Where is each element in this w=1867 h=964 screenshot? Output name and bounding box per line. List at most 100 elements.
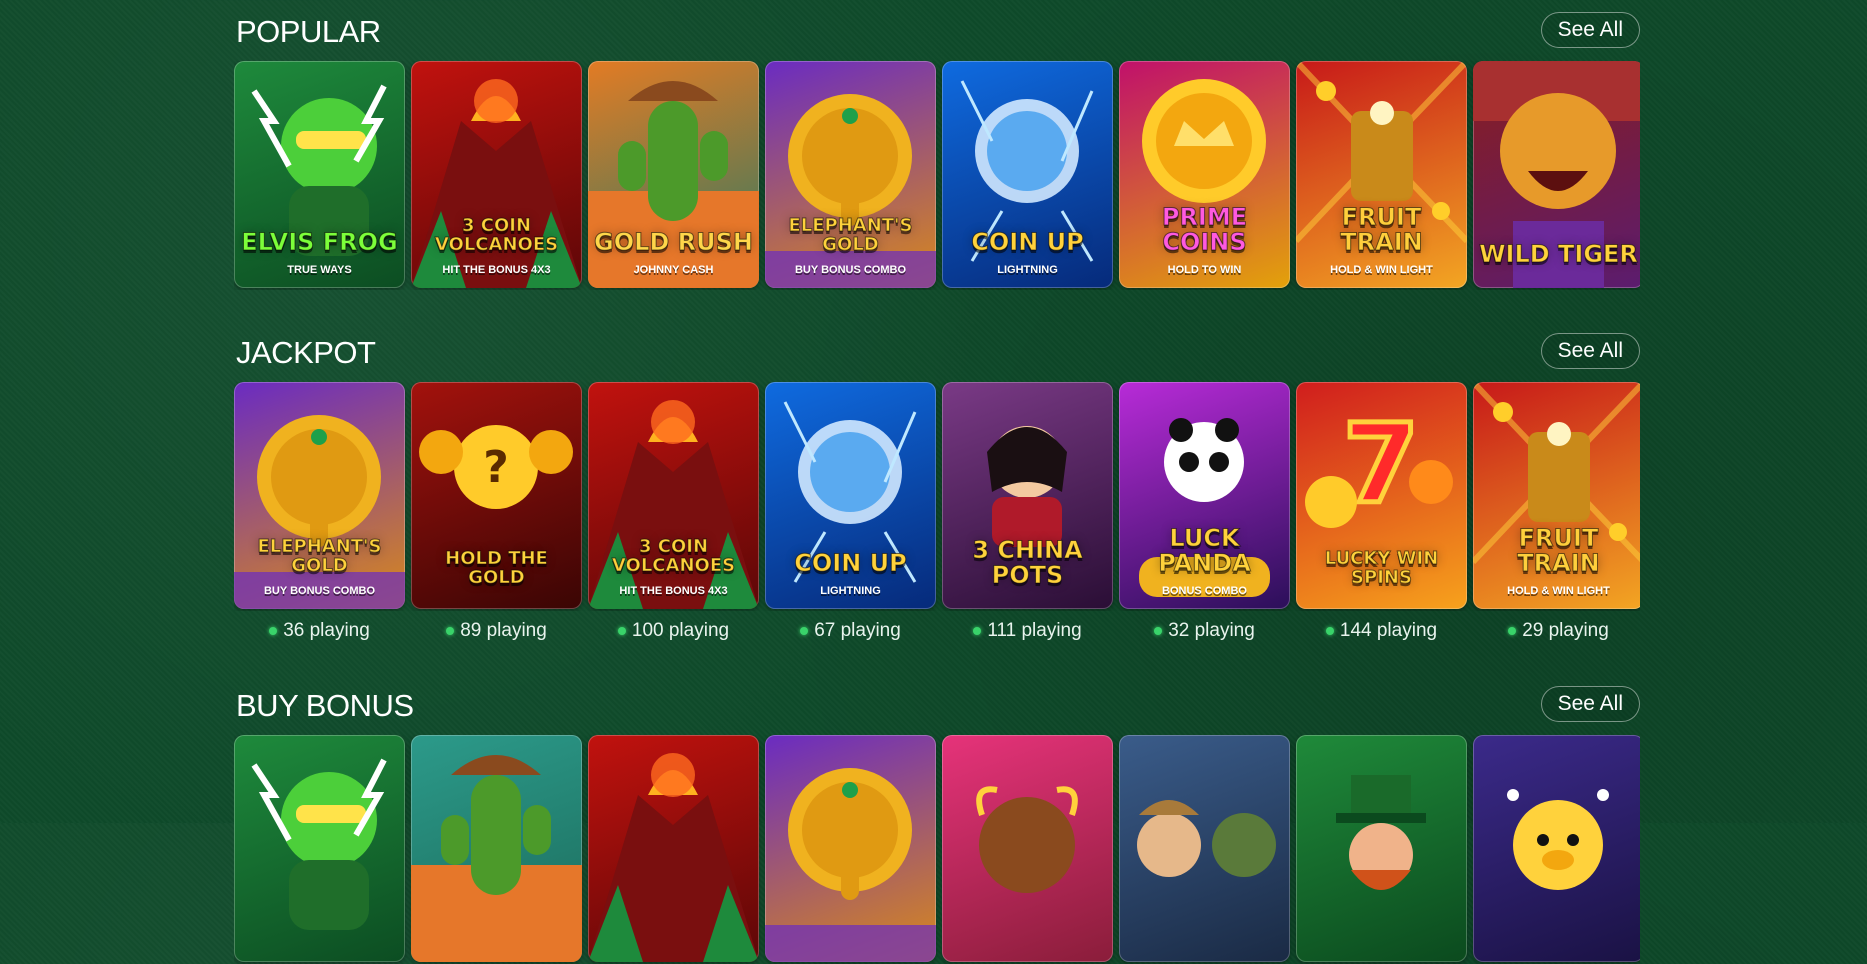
bison-icon [942,735,1113,962]
leprechaun-icon [1296,735,1467,962]
game-tile[interactable]: 3 COIN VOLCANOES HIT the BONUS 4x3 [411,61,582,288]
playing-count-text: 144 playing [1339,620,1438,641]
games-row [234,735,1640,964]
playing-count: 67 playing [765,620,936,642]
see-all-button[interactable]: See All [1540,333,1640,369]
playing-count-text: 67 playing [814,620,901,641]
game-subtitle: BONUS COMBO [1162,585,1247,597]
game-title: 3 COIN VOLCANOES [434,215,559,255]
game-tile[interactable]: PRIME COINS HOLD TO WIN [1119,61,1290,288]
games-row: ELEPHANT'S GOLD BUY BONUS COMBO? HOLD THE … [234,382,1640,611]
game-tile[interactable]: FRUIT TRAIN HOLD & WIN LIGHT [1296,61,1467,288]
game-title: ELEPHANT'S GOLD [788,215,913,255]
orc-icon [1119,735,1290,962]
section-jackpot: JACKPOT See All ELEPHANT'S GOLD BUY BONUS… [234,325,1640,651]
game-subtitle: LIGHTNING [820,585,881,597]
game-subtitle: BUY BONUS COMBO [794,264,907,276]
game-tile[interactable]: ELVIS FROG TRUE WAYS [234,61,405,288]
game-tile[interactable]: COIN UP LIGHTNING [942,61,1113,288]
game-title: LUCKY WIN SPINS [1324,548,1439,588]
see-all-button[interactable]: See All [1540,12,1640,48]
section-header: JACKPOT See All [234,325,1640,375]
game-tile[interactable]: 3 CHINA POTS [942,382,1113,609]
online-dot-icon [800,627,809,635]
game-tile[interactable] [234,735,405,962]
game-subtitle: JOHNNY CASH [633,264,714,276]
game-title: FRUIT TRAIN [1517,524,1600,577]
game-tile[interactable] [1296,735,1467,962]
game-tile[interactable] [411,735,582,962]
game-tile[interactable]: 3 COIN VOLCANOES HIT the BONUS 4x3 [588,382,759,609]
game-tile[interactable]: WILD TIGER [1473,61,1640,288]
playing-count-text: 36 playing [283,620,370,641]
game-subtitle: HIT the BONUS 4x3 [442,264,551,276]
online-dot-icon [1154,627,1163,635]
game-tile[interactable]: ELEPHANT'S GOLD BUY BONUS COMBO [765,61,936,288]
playing-count-text: 111 playing [987,620,1082,641]
online-dot-icon [1508,627,1517,635]
playing-count-text: 89 playing [460,620,547,641]
playing-count-text: 100 playing [631,620,730,641]
game-title: LUCK PANDA [1158,524,1252,577]
playing-count: 32 playing [1119,620,1290,642]
game-title: COIN UP [794,548,907,577]
game-title: PRIME COINS [1161,203,1248,256]
frog-icon [234,735,405,962]
game-tile[interactable] [942,735,1113,962]
online-dot-icon [973,627,982,635]
elephant-icon [765,735,936,962]
playing-count: 29 playing [1473,620,1644,642]
section-header: BUY BONUS See All [234,678,1640,728]
playing-count-text: 32 playing [1168,620,1255,641]
game-subtitle: HOLD & WIN LIGHT [1507,585,1610,597]
playing-count: 36 playing [234,620,405,642]
playing-count-text: 29 playing [1522,620,1609,641]
game-tile[interactable] [588,735,759,962]
games-row: ELVIS FROG TRUE WAYS 3 COIN VOLCANOES HIT t… [234,61,1640,290]
game-tile[interactable] [1473,735,1640,962]
see-all-button[interactable]: See All [1540,686,1640,722]
game-title: ELVIS FROG [241,227,399,256]
online-dot-icon [269,627,278,635]
game-tile[interactable]: GOLD RUSH JOHNNY CASH [588,61,759,288]
playing-count: 100 playing [588,620,759,642]
game-subtitle: LIGHTNING [997,264,1058,276]
section-popular: POPULAR See All ELVIS FROG TRUE WAYS 3 COI… [234,4,1640,290]
section-title: BUY BONUS [236,688,414,723]
game-tile[interactable]: ELEPHANT'S GOLD BUY BONUS COMBO [234,382,405,609]
playing-counts-row: 36 playing 89 playing 100 playing 67 playin… [234,611,1640,651]
game-subtitle: TRUE WAYS [287,264,352,276]
game-subtitle: BUY BONUS COMBO [263,585,376,597]
game-title: WILD TIGER [1479,239,1639,268]
game-tile[interactable] [765,735,936,962]
game-title: FRUIT TRAIN [1340,203,1423,256]
online-dot-icon [446,627,455,635]
section-title: POPULAR [236,14,381,49]
game-title: HOLD THE GOLD [445,548,549,588]
game-title: 3 COIN VOLCANOES [611,536,736,576]
game-title: 3 CHINA POTS [972,536,1083,589]
game-title: COIN UP [971,227,1084,256]
game-tile[interactable]: ? HOLD THE GOLD [411,382,582,609]
playing-count: 89 playing [411,620,582,642]
game-tile[interactable]: 7 LUCKY WIN SPINS [1296,382,1467,609]
online-dot-icon [1325,627,1334,635]
cactus-icon [411,735,582,962]
section-buy-bonus: BUY BONUS See All [234,678,1640,964]
pig-icon [1473,735,1640,962]
game-subtitle: HOLD & WIN LIGHT [1330,264,1433,276]
game-tile[interactable]: LUCK PANDA BONUS COMBO [1119,382,1290,609]
volcano-icon [588,735,759,962]
game-tile[interactable]: FRUIT TRAIN HOLD & WIN LIGHT [1473,382,1640,609]
svg-text:?: ? [483,442,509,493]
section-title: JACKPOT [236,335,376,370]
game-title: GOLD RUSH [594,227,754,256]
online-dot-icon [617,627,626,635]
playing-count: 111 playing [942,620,1113,642]
game-subtitle: HOLD TO WIN [1167,264,1242,276]
game-subtitle: HIT the BONUS 4x3 [619,585,728,597]
game-title: ELEPHANT'S GOLD [257,536,382,576]
game-tile[interactable]: COIN UP LIGHTNING [765,382,936,609]
section-header: POPULAR See All [234,4,1640,54]
game-tile[interactable] [1119,735,1290,962]
